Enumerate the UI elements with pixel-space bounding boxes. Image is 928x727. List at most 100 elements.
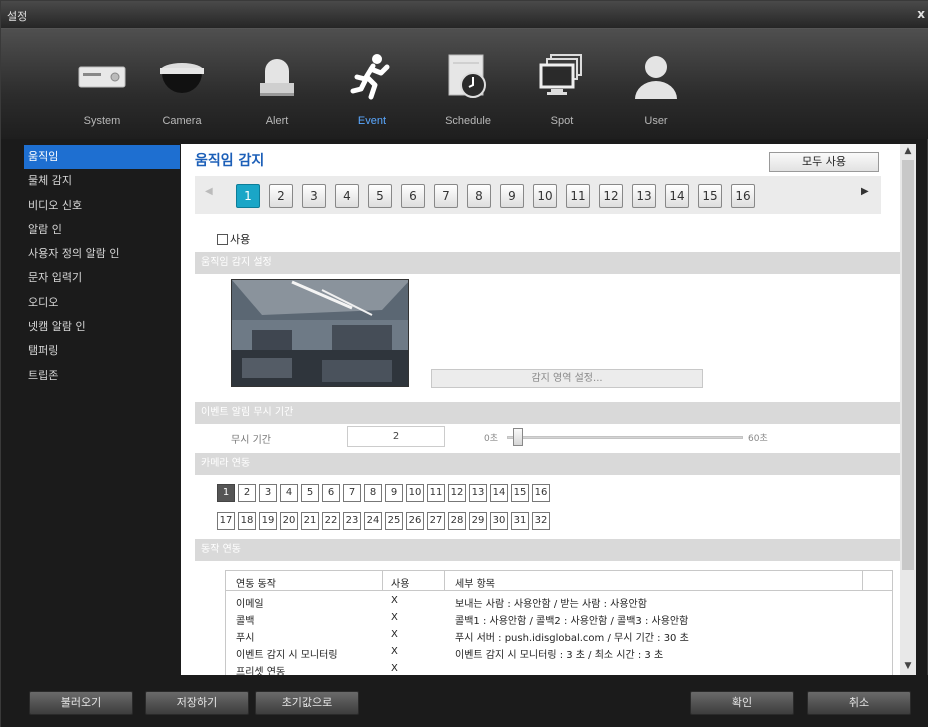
camera-link-checkbox[interactable]: 3 — [259, 484, 277, 502]
slider-min-label: 0초 — [484, 434, 499, 444]
page-button[interactable]: 3 — [302, 184, 326, 208]
load-button[interactable]: 불러오기 — [29, 691, 133, 715]
camera-link-checkbox[interactable]: 21 — [301, 512, 319, 530]
camera-link-checkbox[interactable]: 29 — [469, 512, 487, 530]
nav-user[interactable]: User — [615, 29, 697, 139]
monitors-icon — [539, 54, 582, 95]
page-button[interactable]: 14 — [665, 184, 689, 208]
pager-next-icon[interactable]: ▶ — [861, 186, 869, 197]
use-checkbox[interactable]: 사용 — [217, 231, 250, 247]
camera-link-checkbox[interactable]: 18 — [238, 512, 256, 530]
sidebar-item-tripzone[interactable]: 트립존 — [24, 364, 180, 388]
table-row[interactable]: 이벤트 감지 시 모니터링 X 이벤트 감지 시 모니터링 : 3 초 / 최소 시… — [226, 644, 892, 661]
camera-link-checkbox[interactable]: 26 — [406, 512, 424, 530]
sidebar-item-netcam-alarm-in[interactable]: 넷캠 알람 인 — [24, 315, 180, 339]
page-button[interactable]: 15 — [698, 184, 722, 208]
table-cell: 이메일 — [236, 599, 264, 610]
sidebar-item-tampering[interactable]: 탬퍼링 — [24, 339, 180, 363]
main-panel: 움직임 감지 모두 사용 ◀ 1 2 3 4 5 6 7 8 9 10 11 1… — [181, 144, 900, 675]
camera-link-checkbox[interactable]: 17 — [217, 512, 235, 530]
camera-link-checkbox[interactable]: 2 — [238, 484, 256, 502]
nav-spot[interactable]: Spot — [521, 29, 603, 139]
page-button[interactable]: 4 — [335, 184, 359, 208]
sidebar-item-object-detection[interactable]: 물체 감지 — [24, 169, 180, 193]
camera-link-checkbox[interactable]: 20 — [280, 512, 298, 530]
page-button[interactable]: 11 — [566, 184, 590, 208]
table-row[interactable]: 이메일 X 보내는 사람 : 사용안함 / 받는 사람 : 사용안함 — [226, 593, 892, 610]
ok-button[interactable]: 확인 — [690, 691, 794, 715]
nav-camera[interactable]: Camera — [141, 29, 223, 139]
sidebar-item-alarm-in[interactable]: 알람 인 — [24, 218, 180, 242]
cancel-button[interactable]: 취소 — [807, 691, 911, 715]
save-button[interactable]: 저장하기 — [145, 691, 249, 715]
page-button[interactable]: 13 — [632, 184, 656, 208]
camera-link-checkbox[interactable]: 6 — [322, 484, 340, 502]
camera-link-checkbox[interactable]: 9 — [385, 484, 403, 502]
camera-link-checkbox[interactable]: 22 — [322, 512, 340, 530]
page-button[interactable]: 8 — [467, 184, 491, 208]
use-all-button[interactable]: 모두 사용 — [769, 152, 879, 172]
page-button[interactable]: 10 — [533, 184, 557, 208]
page-button[interactable]: 12 — [599, 184, 623, 208]
camera-link-checkbox[interactable]: 15 — [511, 484, 529, 502]
camera-link-checkbox[interactable]: 28 — [448, 512, 466, 530]
nav-event[interactable]: Event — [331, 29, 413, 139]
camera-link-checkbox[interactable]: 4 — [280, 484, 298, 502]
page-title: 움직임 감지 — [195, 153, 265, 169]
camera-link-checkbox[interactable]: 23 — [343, 512, 361, 530]
camera-link-checkbox[interactable]: 1 — [217, 484, 235, 502]
camera-link-checkbox[interactable]: 24 — [364, 512, 382, 530]
table-row[interactable]: 프리셋 연동 X — [226, 661, 892, 675]
table-row[interactable]: 콜백 X 콜백1 : 사용안함 / 콜백2 : 사용안함 / 콜백3 : 사용안함 — [226, 610, 892, 627]
checkbox-box[interactable] — [217, 234, 228, 245]
nav-alert[interactable]: Alert — [236, 29, 318, 139]
sidebar-item-text-input[interactable]: 문자 입력기 — [24, 266, 180, 290]
ignore-period-slider-track[interactable] — [507, 436, 743, 439]
title-bar: 설정 x — [1, 1, 928, 29]
camera-link-checkbox[interactable]: 5 — [301, 484, 319, 502]
camera-link-checkbox[interactable]: 31 — [511, 512, 529, 530]
table-cell: X — [391, 595, 398, 606]
camera-link-checkbox[interactable]: 16 — [532, 484, 550, 502]
camera-link-checkbox[interactable]: 30 — [490, 512, 508, 530]
camera-link-checkbox[interactable]: 32 — [532, 512, 550, 530]
page-button[interactable]: 1 — [236, 184, 260, 208]
dome-camera-icon — [160, 63, 204, 93]
nav-label: Spot — [550, 115, 574, 127]
ignore-period-input[interactable]: 2 — [347, 426, 445, 447]
camera-link-checkbox[interactable]: 8 — [364, 484, 382, 502]
ignore-period-slider-thumb[interactable] — [513, 428, 523, 446]
camera-link-checkbox[interactable]: 13 — [469, 484, 487, 502]
scroll-down-icon[interactable]: ▼ — [903, 661, 913, 671]
camera-link-checkbox[interactable]: 10 — [406, 484, 424, 502]
nav-system[interactable]: System — [61, 29, 143, 139]
nav-label: Alert — [265, 115, 289, 127]
camera-link-checkbox[interactable]: 25 — [385, 512, 403, 530]
page-button[interactable]: 2 — [269, 184, 293, 208]
camera-link-checkbox[interactable]: 7 — [343, 484, 361, 502]
camera-link-checkbox[interactable]: 12 — [448, 484, 466, 502]
page-button[interactable]: 9 — [500, 184, 524, 208]
page-button[interactable]: 5 — [368, 184, 392, 208]
nav-label: System — [83, 115, 121, 127]
sidebar-item-custom-alarm-in[interactable]: 사용자 정의 알람 인 — [24, 242, 180, 266]
table-row[interactable]: 푸시 X 푸시 서버 : push.idisglobal.com / 무시 기간 :… — [226, 627, 892, 644]
sidebar-item-video-signal[interactable]: 비디오 신호 — [24, 194, 180, 218]
camera-link-checkbox[interactable]: 14 — [490, 484, 508, 502]
close-button[interactable]: x — [917, 7, 925, 21]
vertical-scrollbar[interactable]: ▲ ▼ — [900, 144, 916, 675]
camera-link-checkbox[interactable]: 19 — [259, 512, 277, 530]
sidebar-item-audio[interactable]: 오디오 — [24, 291, 180, 315]
camera-link-checkbox[interactable]: 11 — [427, 484, 445, 502]
scrollbar-thumb[interactable] — [902, 160, 914, 570]
nav-schedule[interactable]: Schedule — [427, 29, 509, 139]
page-button[interactable]: 6 — [401, 184, 425, 208]
detection-area-button[interactable]: 감지 영역 설정... — [431, 369, 703, 388]
pager-prev-icon[interactable]: ◀ — [205, 186, 213, 197]
page-button[interactable]: 16 — [731, 184, 755, 208]
page-button[interactable]: 7 — [434, 184, 458, 208]
camera-link-checkbox[interactable]: 27 — [427, 512, 445, 530]
reset-default-button[interactable]: 초기값으로 — [255, 691, 359, 715]
scroll-up-icon[interactable]: ▲ — [903, 146, 913, 156]
sidebar-item-motion[interactable]: 움직임 — [24, 145, 180, 170]
